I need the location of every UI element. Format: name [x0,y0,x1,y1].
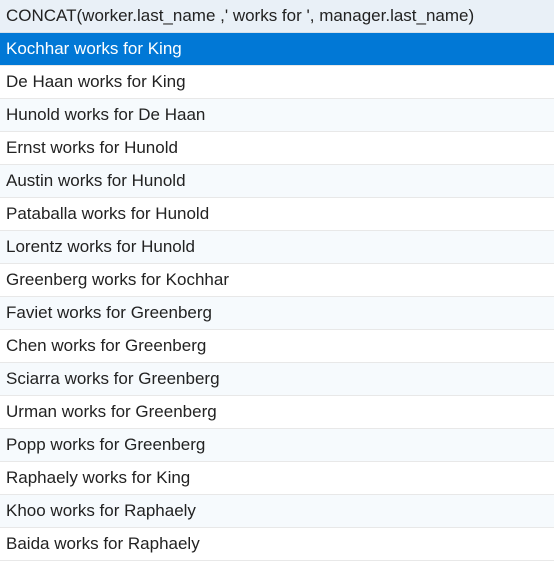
table-row[interactable]: Lorentz works for Hunold [0,231,554,264]
cell-value: Greenberg works for Kochhar [0,264,554,297]
cell-value: Lorentz works for Hunold [0,231,554,264]
cell-value: De Haan works for King [0,66,554,99]
table-header-row: CONCAT(worker.last_name ,' works for ', … [0,0,554,33]
cell-value: Austin works for Hunold [0,165,554,198]
table-row[interactable]: Raphaely works for King [0,462,554,495]
cell-value: Kochhar works for King [0,33,554,66]
cell-value: Ernst works for Hunold [0,132,554,165]
table-row[interactable]: Urman works for Greenberg [0,396,554,429]
column-header[interactable]: CONCAT(worker.last_name ,' works for ', … [0,0,554,33]
table-row[interactable]: Austin works for Hunold [0,165,554,198]
table-row[interactable]: Hunold works for De Haan [0,99,554,132]
cell-value: Urman works for Greenberg [0,396,554,429]
table-row[interactable]: Greenberg works for Kochhar [0,264,554,297]
table-body: Kochhar works for King De Haan works for… [0,33,554,561]
results-table: CONCAT(worker.last_name ,' works for ', … [0,0,554,561]
table-row[interactable]: Baida works for Raphaely [0,528,554,561]
table-row[interactable]: Popp works for Greenberg [0,429,554,462]
cell-value: Hunold works for De Haan [0,99,554,132]
cell-value: Khoo works for Raphaely [0,495,554,528]
cell-value: Pataballa works for Hunold [0,198,554,231]
cell-value: Chen works for Greenberg [0,330,554,363]
cell-value: Sciarra works for Greenberg [0,363,554,396]
table-row[interactable]: Sciarra works for Greenberg [0,363,554,396]
table-row[interactable]: Pataballa works for Hunold [0,198,554,231]
table-row[interactable]: Kochhar works for King [0,33,554,66]
cell-value: Raphaely works for King [0,462,554,495]
cell-value: Baida works for Raphaely [0,528,554,561]
table-row[interactable]: Faviet works for Greenberg [0,297,554,330]
table-row[interactable]: Chen works for Greenberg [0,330,554,363]
cell-value: Faviet works for Greenberg [0,297,554,330]
cell-value: Popp works for Greenberg [0,429,554,462]
table-row[interactable]: Khoo works for Raphaely [0,495,554,528]
table-row[interactable]: De Haan works for King [0,66,554,99]
table-row[interactable]: Ernst works for Hunold [0,132,554,165]
